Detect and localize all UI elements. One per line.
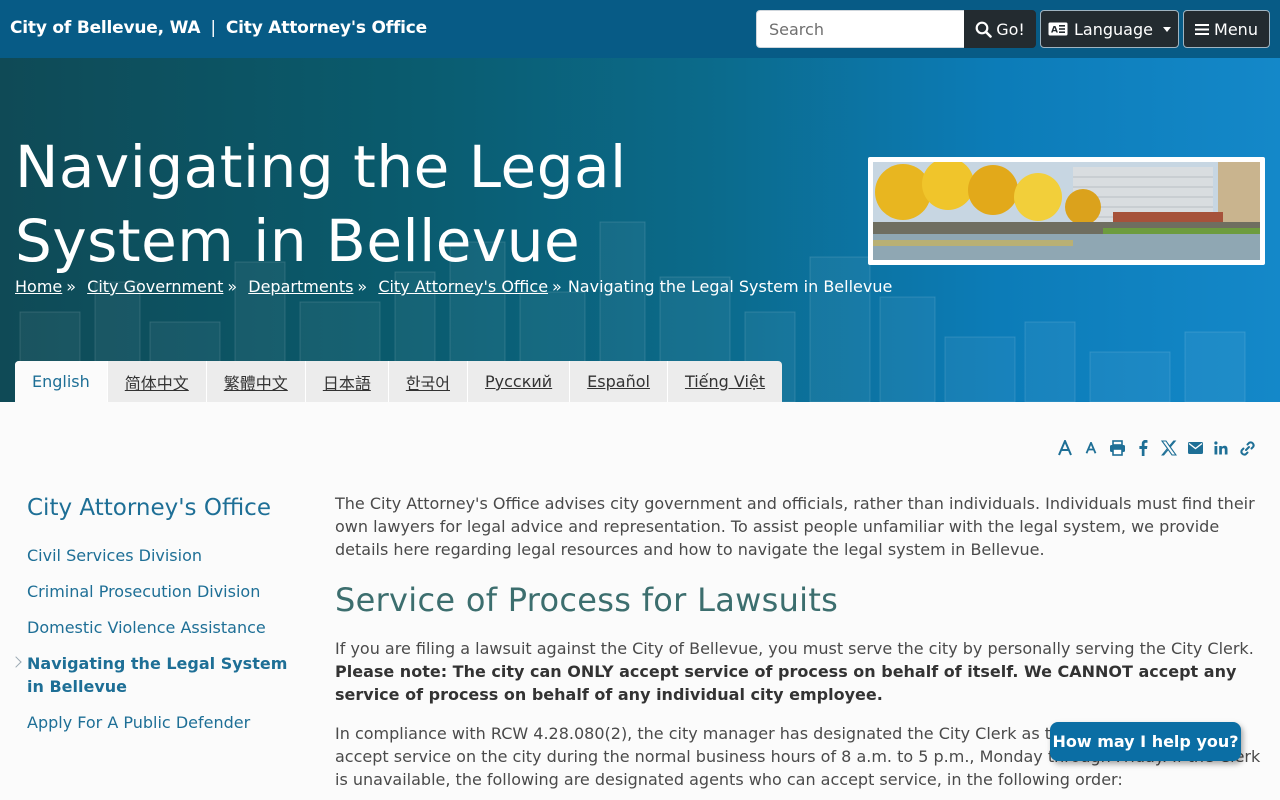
tab-korean[interactable]: 한국어 (389, 361, 468, 402)
help-chat-button[interactable]: How may I help you? (1050, 722, 1241, 761)
tab-spanish[interactable]: Español (570, 361, 668, 402)
link-icon[interactable] (1234, 436, 1260, 460)
language-button[interactable]: A Language (1040, 10, 1179, 48)
language-tabs: English 简体中文 繁體中文 日本語 한국어 Русский Españo… (15, 361, 783, 402)
tab-japanese[interactable]: 日本語 (306, 361, 389, 402)
department-name[interactable]: City Attorney's Office (226, 18, 427, 38)
sidebar-item-domestic-violence[interactable]: Domestic Violence Assistance (27, 616, 297, 639)
linkedin-icon[interactable] (1208, 436, 1234, 460)
svg-text:A: A (1051, 26, 1058, 36)
page-tools (1052, 436, 1260, 460)
intro-paragraph: The City Attorney's Office advises city … (335, 494, 1255, 559)
plaza-trees-image (873, 162, 1260, 260)
site-brand[interactable]: City of Bellevue, WA | City Attorney's Off… (10, 18, 427, 38)
breadcrumb-current: Navigating the Legal System in Bellevue (567, 277, 893, 296)
site-name[interactable]: City of Bellevue, WA (10, 18, 201, 38)
sidebar-title[interactable]: City Attorney's Office (27, 495, 271, 521)
page-title-line1: Navigating the Legal (15, 133, 627, 201)
top-bar: City of Bellevue, WA | City Attorney's Off… (0, 0, 1280, 58)
breadcrumb: Home» City Government» Departments» City… (15, 277, 892, 296)
breadcrumb-separator: » (552, 277, 562, 296)
tab-vietnamese[interactable]: Tiếng Việt (668, 361, 782, 402)
brand-separator: | (210, 18, 216, 38)
sidebar-item-navigating-legal-system[interactable]: Navigating the Legal System in Bellevue (27, 652, 297, 698)
breadcrumb-city-government[interactable]: City Government (87, 277, 223, 296)
sidebar-item-civil-services[interactable]: Civil Services Division (27, 544, 297, 567)
breadcrumb-departments[interactable]: Departments (248, 277, 353, 296)
service-paragraph: If you are filing a lawsuit against the … (335, 637, 1265, 706)
facebook-icon[interactable] (1130, 436, 1156, 460)
menu-label: Menu (1214, 19, 1258, 39)
breadcrumb-separator: » (357, 277, 368, 296)
page-title: Navigating the Legal System in Bellevue (15, 130, 627, 278)
x-twitter-icon[interactable] (1156, 436, 1182, 460)
email-icon[interactable] (1182, 436, 1208, 460)
search-go-button[interactable]: Go! (964, 10, 1036, 48)
breadcrumb-separator: » (227, 277, 238, 296)
hamburger-icon (1195, 23, 1210, 35)
breadcrumb-separator: » (66, 277, 77, 296)
menu-button[interactable]: Menu (1183, 10, 1270, 48)
section-heading: Service of Process for Lawsuits (335, 581, 839, 619)
chevron-down-icon (1162, 26, 1171, 32)
page-title-line2: System in Bellevue (15, 207, 581, 275)
hero-banner: Navigating the Legal System in Bellevue … (0, 58, 1280, 402)
go-label: Go! (996, 19, 1025, 39)
font-increase-icon[interactable] (1052, 436, 1078, 460)
hero-photo-image (873, 162, 1260, 260)
breadcrumb-city-attorney[interactable]: City Attorney's Office (378, 277, 548, 296)
tab-english[interactable]: English (15, 361, 108, 402)
tab-simplified-chinese[interactable]: 简体中文 (108, 361, 207, 402)
language-icon: A (1048, 22, 1068, 36)
breadcrumb-home[interactable]: Home (15, 277, 62, 296)
font-decrease-icon[interactable] (1078, 436, 1104, 460)
search-input[interactable] (756, 10, 966, 48)
service-text: If you are filing a lawsuit against the … (335, 639, 1254, 658)
service-note: Please note: The city can ONLY accept se… (335, 662, 1237, 704)
print-icon[interactable] (1104, 436, 1130, 460)
tab-traditional-chinese[interactable]: 繁體中文 (207, 361, 306, 402)
hero-photo (868, 157, 1265, 265)
search-icon (975, 21, 992, 38)
sidebar-nav: Civil Services Division Criminal Prosecu… (27, 544, 297, 747)
tab-russian[interactable]: Русский (468, 361, 571, 402)
language-label: Language (1074, 19, 1153, 39)
sidebar-item-public-defender[interactable]: Apply For A Public Defender (27, 711, 297, 734)
sidebar-item-criminal-prosecution[interactable]: Criminal Prosecution Division (27, 580, 297, 603)
